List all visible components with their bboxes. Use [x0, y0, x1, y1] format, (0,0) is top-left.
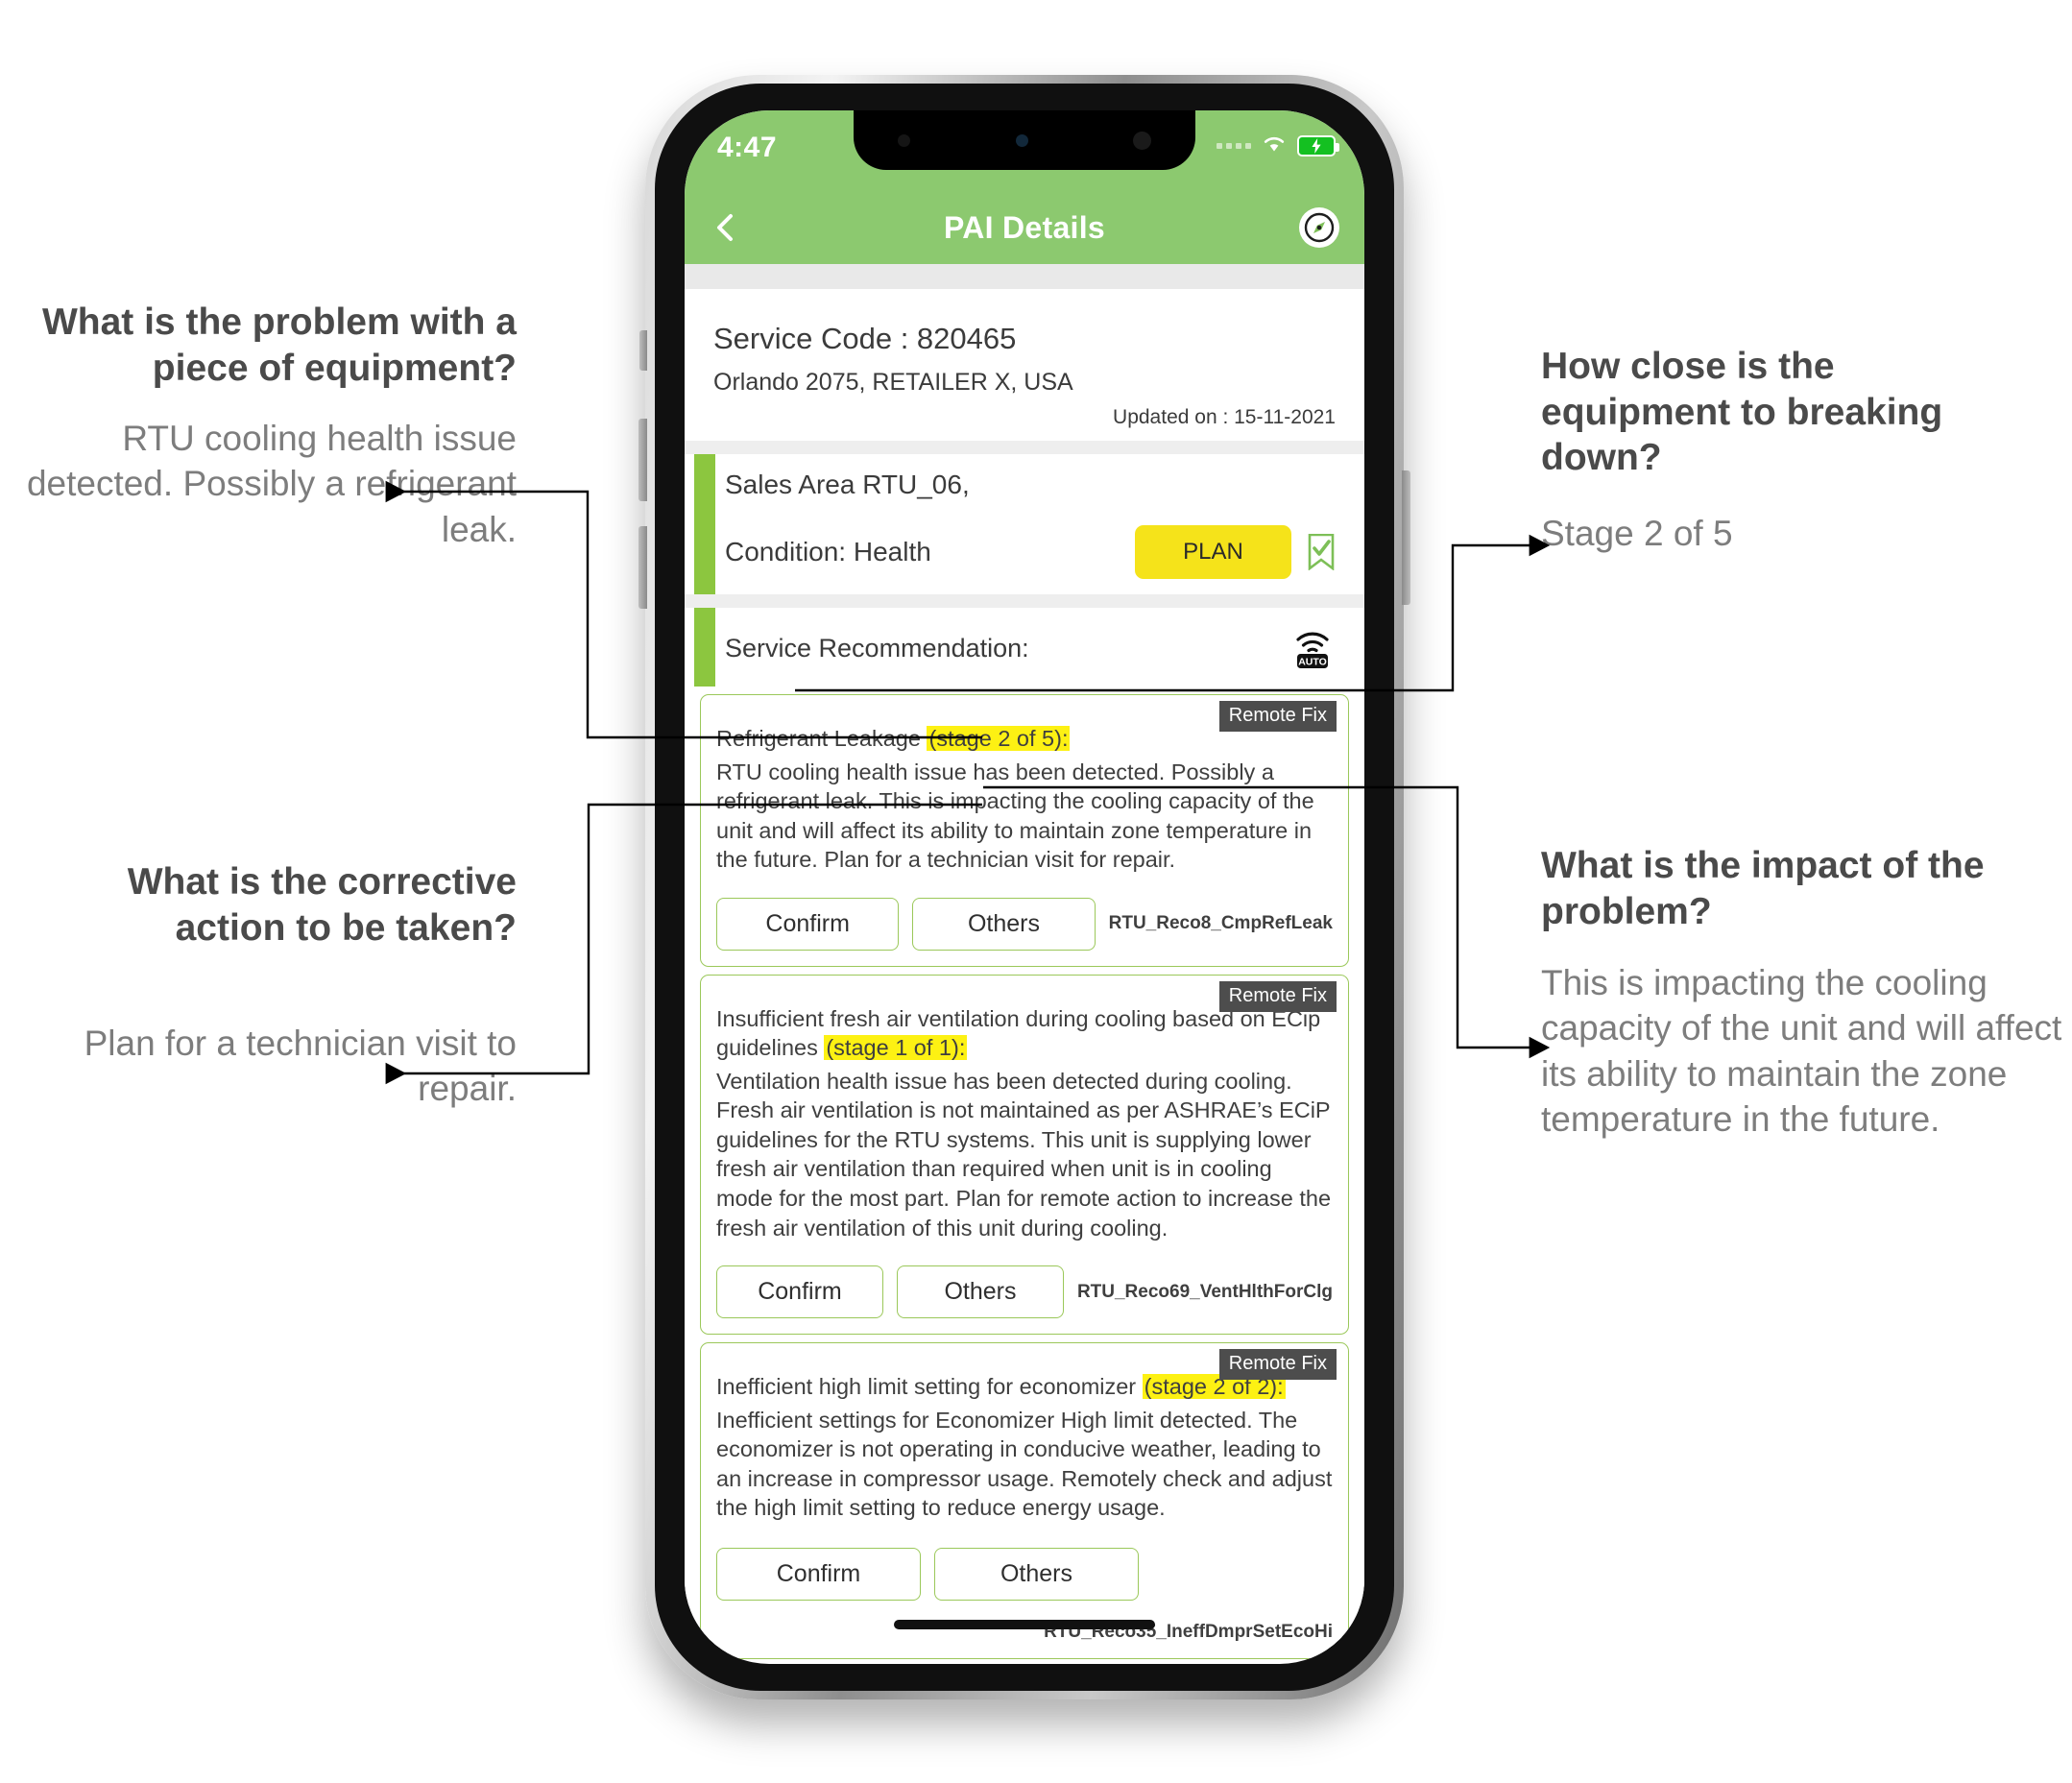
connector-stage — [795, 534, 1551, 692]
connector-problem — [385, 480, 982, 739]
infographic-canvas: What is the problem with a piece of equi… — [0, 0, 2072, 1783]
annotation-connectors — [385, 480, 1551, 1085]
connector-corrective-action — [385, 803, 982, 1085]
connector-impact — [983, 785, 1551, 1059]
